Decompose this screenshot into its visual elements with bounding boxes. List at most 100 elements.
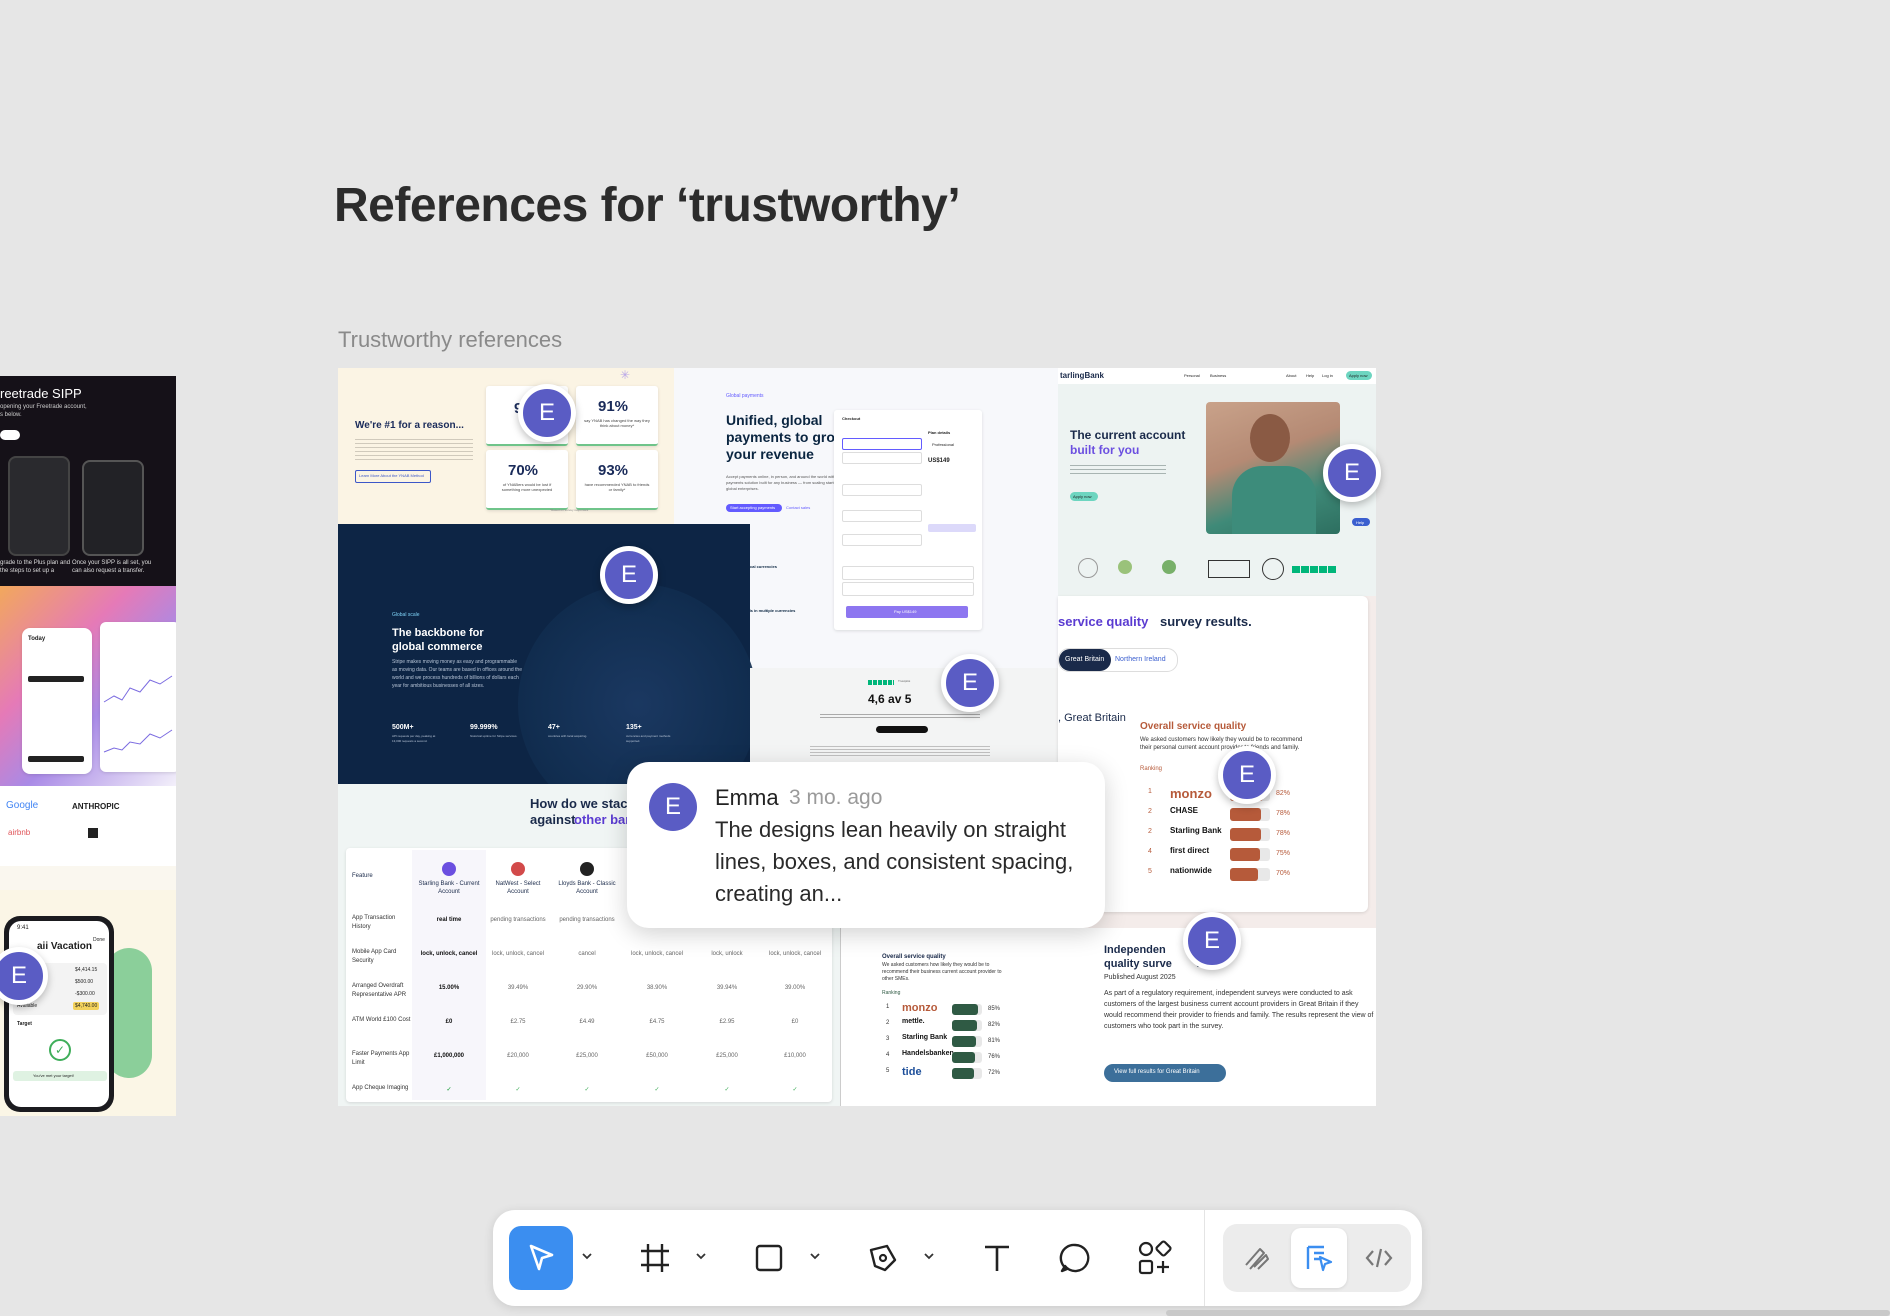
bank-logo-icon (580, 862, 594, 876)
table-cell: £25,000 (716, 1053, 738, 1059)
nav-about[interactable]: About (1286, 373, 1296, 378)
table-cell: £2.95 (719, 1019, 735, 1025)
backbone-heading: The backbone for global commerce (392, 627, 484, 653)
checkout-option[interactable] (842, 582, 974, 596)
chevron-down-icon[interactable] (693, 1248, 709, 1264)
backbone-body: Stripe makes moving money as easy and pr… (392, 659, 522, 689)
design-mode-button[interactable] (1287, 1226, 1351, 1290)
table-cell: ✓ (724, 1087, 730, 1093)
table-cell: lock, unlock, cancel (768, 951, 822, 957)
checkout-field[interactable] (842, 452, 922, 464)
tab-northern-ireland[interactable]: Northern Ireland (1115, 656, 1166, 663)
frame-tool-button[interactable] (623, 1226, 687, 1290)
ynab-stat-card-3: 70% of YNABers would be lost if somethin… (486, 450, 568, 510)
checkout-field[interactable] (842, 484, 922, 496)
biz-oq-body: We asked customers how likely they would… (882, 962, 1002, 982)
bank-logo: Handelsbanken (902, 1050, 954, 1057)
table-cell: pending transactions (559, 917, 615, 923)
comment-pin-avatar[interactable]: E (1218, 746, 1276, 804)
checkout-field[interactable] (842, 510, 922, 522)
page-title: References for ‘trustworthy’ (334, 179, 961, 232)
table-column-header: Lloyds Bank - Classic Account (558, 881, 616, 895)
biz-view-results-button[interactable]: View full results for Great Britain (1104, 1064, 1226, 1082)
biz-ranking-label: Ranking (882, 990, 901, 996)
ranking-percent: 75% (1276, 850, 1291, 857)
payments-cta-primary-label: Start accepting payments (730, 505, 776, 510)
table-cell: 39.49% (507, 985, 529, 991)
chevron-down-icon[interactable] (807, 1248, 823, 1264)
table-row-feature: ATM World £100 Cost (352, 1017, 411, 1023)
section-label[interactable]: Trustworthy references (338, 327, 562, 353)
ranking-number: 4 (886, 1052, 890, 1058)
nav-apply-button[interactable]: Apply now (1346, 371, 1372, 380)
pay-button[interactable]: Pay US$149 (846, 606, 968, 618)
payments-cta-secondary[interactable]: Contact sales (786, 505, 810, 510)
sipp-new-button[interactable] (0, 430, 20, 440)
chevron-down-icon[interactable] (579, 1248, 595, 1264)
table-row-feature: Faster Payments App Limit (352, 1051, 410, 1066)
checkout-form: Checkout Plan details Professional US$14… (834, 410, 982, 630)
ynab-stat-text: of YNABers would be lost if something mo… (501, 482, 553, 492)
help-chip[interactable]: Help (1352, 518, 1370, 526)
toolbar-divider (1204, 1210, 1205, 1306)
checkout-field[interactable] (842, 534, 922, 546)
biz-view-results-label: View full results for Great Britain (1114, 1069, 1200, 1075)
starling-body-lines (1070, 462, 1166, 474)
chevron-down-icon[interactable] (921, 1248, 937, 1264)
table-column-header: Starling Bank - Current Account (418, 881, 480, 895)
actions-tool-button[interactable] (1123, 1226, 1187, 1290)
comment-preview-card[interactable]: E Emma 3 mo. ago The designs lean heavil… (627, 762, 1105, 928)
starling-apply-button[interactable]: Apply now (1070, 492, 1098, 501)
ynab-stat-value: 70% (508, 462, 539, 479)
checkout-disabled-button[interactable] (928, 524, 976, 532)
survey-oq-body: We asked customers how likely they would… (1140, 737, 1303, 751)
trustworthy-references-board[interactable]: We're #1 for a reason... Learn More Abou… (338, 368, 1376, 1106)
table-cell: lock, unlock (711, 951, 743, 957)
horizontal-scrollbar[interactable] (1166, 1310, 1890, 1316)
tab-great-britain[interactable]: Great Britain (1059, 649, 1111, 671)
checkout-title: Checkout (842, 416, 861, 421)
app-primary-button[interactable] (28, 676, 84, 682)
text-tool-button[interactable] (965, 1226, 1029, 1290)
draw-mode-button[interactable] (1225, 1226, 1289, 1290)
ynab-learn-link[interactable]: Learn More About the YNAB Method (355, 470, 431, 483)
comment-pin-avatar[interactable]: E (1323, 444, 1381, 502)
checkout-field[interactable] (842, 438, 922, 450)
vacation-target-label: Target (17, 1021, 32, 1027)
nav-login[interactable]: Log in (1322, 373, 1333, 378)
business-survey-panel: Overall service quality We asked custome… (840, 784, 1376, 1106)
pen-tool-button[interactable] (851, 1226, 915, 1290)
ynab-footnote: *Based on survey responses (550, 508, 589, 512)
vacation-message: You've met your target! (33, 1073, 74, 1078)
vacation-done[interactable]: Done (93, 937, 105, 943)
table-cell: lock, unlock, cancel (420, 951, 478, 957)
comment-tool-button[interactable] (1043, 1226, 1107, 1290)
table-column-header: NatWest - Select Account (495, 881, 541, 895)
survey-title-part: service quality (1058, 614, 1149, 629)
personal-survey-panel: service quality survey results. Great Br… (1058, 596, 1376, 928)
backbone-stat-4-text: currencies and payment methods supported… (626, 734, 671, 743)
shape-tool-button[interactable] (737, 1226, 801, 1290)
comment-pin-avatar[interactable]: E (1183, 912, 1241, 970)
nav-help[interactable]: Help (1306, 373, 1314, 378)
checkout-option[interactable] (842, 566, 974, 580)
pointer-icon (529, 1244, 554, 1271)
payments-cta-primary[interactable]: Start accepting payments (726, 504, 782, 512)
nav-personal[interactable]: Personal (1184, 373, 1200, 378)
left-reference-board[interactable]: reetrade SIPP opening your Freetrade acc… (0, 376, 176, 1116)
woman-with-phone-photo (1206, 402, 1340, 534)
move-tool-button[interactable] (509, 1226, 573, 1290)
table-cell: £25,000 (576, 1053, 598, 1059)
bank-logo: monzo (902, 1002, 938, 1014)
comment-pin-avatar[interactable]: E (518, 384, 576, 442)
app-secondary-button[interactable] (28, 756, 84, 762)
comment-pin-avatar[interactable]: E (600, 546, 658, 604)
nav-business[interactable]: Business (1210, 373, 1226, 378)
tab-great-britain-label: Great Britain (1065, 656, 1105, 663)
trustpilot-button[interactable] (876, 726, 928, 733)
google-logo: Google (6, 800, 39, 811)
dev-mode-button[interactable] (1347, 1226, 1411, 1290)
backbone-stat-1-text: API requests per day, peaking at 13,000 … (392, 734, 436, 743)
sparkle-icon: ✳ (620, 368, 631, 382)
comment-pin-avatar[interactable]: E (941, 654, 999, 712)
